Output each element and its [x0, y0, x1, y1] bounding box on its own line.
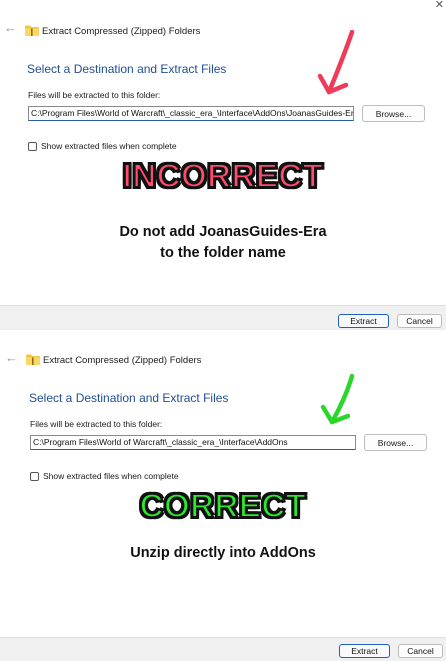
destination-path-input[interactable]: C:\Program Files\World of Warcraft\_clas… [28, 106, 354, 121]
destination-label: Files will be extracted to this folder: [30, 419, 163, 429]
show-files-checkbox[interactable] [30, 471, 39, 481]
extract-button[interactable]: Extract [339, 644, 390, 658]
incorrect-dialog-footer: Extract Cancel [0, 305, 446, 331]
extract-button[interactable]: Extract [338, 314, 389, 328]
dialog-heading: Select a Destination and Extract Files [27, 62, 227, 76]
browse-button[interactable]: Browse... [362, 105, 425, 122]
incorrect-note-line-2: to the folder name [160, 245, 286, 261]
cancel-button[interactable]: Cancel [398, 644, 443, 658]
correct-dialog-footer: Extract Cancel [0, 637, 446, 661]
incorrect-dialog: ✕ ← Extract Compressed (Zipped) Folders … [0, 0, 446, 305]
destination-label: Files will be extracted to this folder: [28, 90, 161, 100]
window-title: Extract Compressed (Zipped) Folders [42, 26, 201, 37]
zipped-folder-icon [26, 354, 40, 365]
correct-note: Unzip directly into AddOns [130, 545, 316, 561]
red-arrow-icon [317, 30, 355, 95]
cancel-button[interactable]: Cancel [397, 314, 442, 328]
close-icon[interactable]: ✕ [435, 0, 444, 11]
incorrect-verdict: INCORRECT [122, 156, 324, 195]
zipped-folder-icon [25, 25, 39, 36]
destination-path-input[interactable]: C:\Program Files\World of Warcraft\_clas… [30, 435, 356, 450]
show-files-option[interactable]: Show extracted files when complete [28, 141, 177, 151]
green-arrow-icon [320, 374, 355, 425]
dialog-heading: Select a Destination and Extract Files [29, 391, 229, 405]
show-files-checkbox[interactable] [28, 141, 37, 151]
show-files-label: Show extracted files when complete [43, 471, 179, 481]
show-files-label: Show extracted files when complete [41, 141, 177, 151]
browse-button[interactable]: Browse... [364, 434, 427, 451]
window-title: Extract Compressed (Zipped) Folders [43, 355, 202, 366]
back-arrow-icon[interactable]: ← [5, 350, 18, 365]
correct-verdict: CORRECT [139, 486, 307, 525]
correct-dialog: ← Extract Compressed (Zipped) Folders Se… [0, 330, 446, 660]
incorrect-note-line-1: Do not add JoanasGuides-Era [119, 224, 327, 240]
show-files-option[interactable]: Show extracted files when complete [30, 471, 179, 481]
back-arrow-icon[interactable]: ← [4, 20, 17, 35]
